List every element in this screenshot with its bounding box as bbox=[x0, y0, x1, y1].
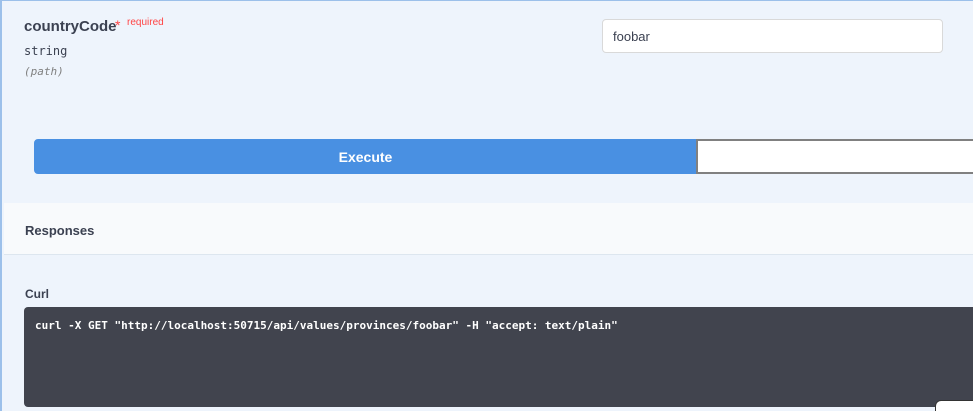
operation-block: countryCode * required string (path) Exe… bbox=[0, 0, 973, 411]
country-code-input[interactable] bbox=[602, 19, 943, 53]
required-label: required bbox=[127, 17, 164, 28]
curl-command-text: curl -X GET "http://localhost:50715/api/… bbox=[35, 319, 618, 332]
responses-header: Responses bbox=[4, 203, 973, 255]
parameter-name: countryCode bbox=[24, 18, 117, 35]
copy-to-clipboard-button[interactable] bbox=[935, 400, 973, 411]
required-star: * bbox=[115, 17, 121, 33]
clear-button[interactable] bbox=[696, 139, 973, 174]
responses-title: Responses bbox=[25, 223, 95, 238]
curl-command-box[interactable]: curl -X GET "http://localhost:50715/api/… bbox=[24, 307, 973, 407]
execute-button-group: Execute bbox=[34, 139, 973, 174]
parameter-type: string bbox=[24, 44, 68, 58]
execute-button[interactable]: Execute bbox=[34, 139, 697, 174]
parameter-location: (path) bbox=[24, 65, 64, 78]
curl-label: Curl bbox=[25, 287, 49, 301]
